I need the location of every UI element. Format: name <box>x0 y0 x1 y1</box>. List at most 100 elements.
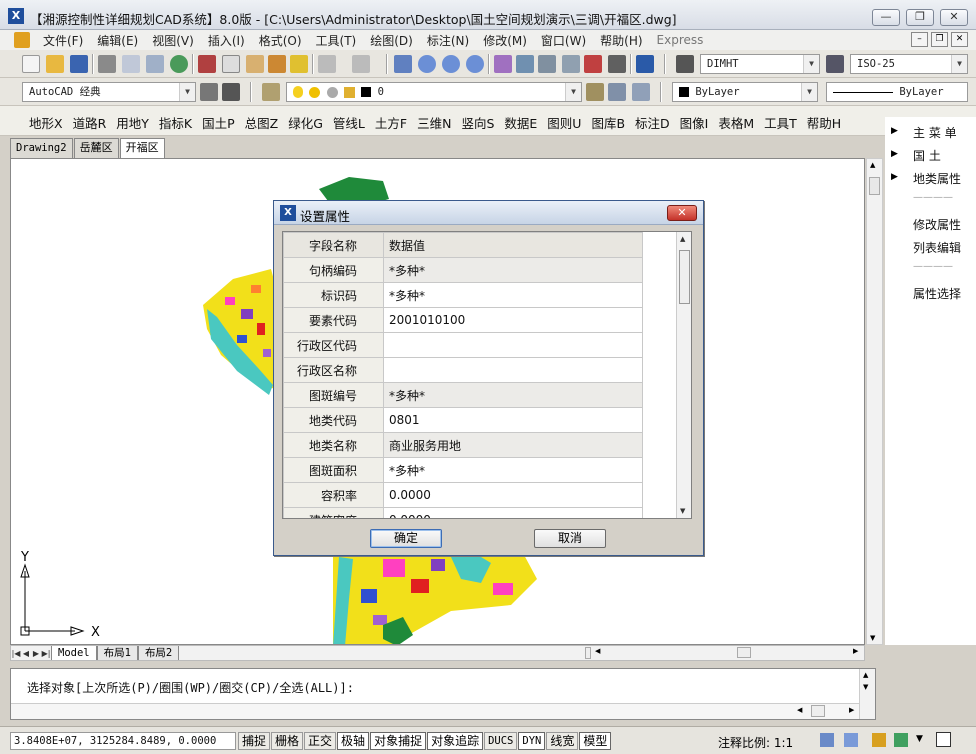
clean-screen-icon[interactable] <box>936 732 951 747</box>
hscroll-thumb[interactable] <box>737 647 751 658</box>
new-file-icon[interactable] <box>22 55 40 73</box>
dialog-close-button[interactable]: ✕ <box>667 205 697 221</box>
web-icon[interactable] <box>170 55 188 73</box>
osnap-toggle[interactable]: 对象捕捉 <box>370 732 427 750</box>
menu-file[interactable]: 文件(F) <box>36 32 90 49</box>
menu-dimension[interactable]: 标注(N) <box>420 32 476 49</box>
dimstyle-select[interactable]: DIMHT ▼ <box>700 54 820 74</box>
ducs-toggle[interactable]: DUCS <box>484 732 518 750</box>
grid-scrollbar[interactable]: ▲ ▼ <box>676 232 691 518</box>
minimize-button[interactable]: — <box>872 9 900 26</box>
scroll-down-icon[interactable]: ▼ <box>863 683 868 691</box>
menu-tools[interactable]: 工具(T) <box>309 32 364 49</box>
help-icon[interactable] <box>636 55 654 73</box>
menu-help[interactable]: 帮助(H) <box>593 32 649 49</box>
cancel-button[interactable]: 取消 <box>534 529 606 548</box>
zoom-previous-icon[interactable] <box>466 55 484 73</box>
tab-yuelu[interactable]: 岳麓区 <box>73 138 119 158</box>
make-current-layer-icon[interactable] <box>586 83 604 101</box>
field-value[interactable]: 2001010100 <box>382 307 644 333</box>
annotation-visibility-icon[interactable] <box>820 733 834 747</box>
cmd-road[interactable]: 道路R <box>68 113 112 132</box>
cmd-terrain[interactable]: 地形X <box>24 113 68 132</box>
otrack-toggle[interactable]: 对象追踪 <box>427 732 484 750</box>
pan-icon[interactable] <box>394 55 412 73</box>
cmd-pipeline[interactable]: 管线L <box>328 113 370 132</box>
sheet-set-icon[interactable] <box>562 55 580 73</box>
paste-icon[interactable] <box>246 55 264 73</box>
menu-modify[interactable]: 修改(M) <box>476 32 534 49</box>
field-value[interactable]: *多种* <box>382 382 644 408</box>
layer-select[interactable]: 0 ▼ <box>286 82 582 102</box>
model-toggle[interactable]: 模型 <box>579 732 612 750</box>
cmd-indicator[interactable]: 指标K <box>154 113 197 132</box>
field-value[interactable] <box>382 332 644 358</box>
menu-express[interactable]: Express <box>650 33 711 47</box>
calculator-icon[interactable] <box>608 55 626 73</box>
ortho-toggle[interactable]: 正交 <box>304 732 337 750</box>
design-center-icon[interactable] <box>516 55 534 73</box>
doc-close-button[interactable]: ✕ <box>951 32 968 47</box>
field-value[interactable] <box>382 357 644 383</box>
rp-list-edit[interactable]: 列表编辑 <box>913 239 961 256</box>
field-value[interactable]: 0.0000 <box>382 507 644 518</box>
cmd-guideline[interactable]: 图则U <box>542 113 586 132</box>
restore-button[interactable]: ❐ <box>906 9 934 26</box>
chevron-down-icon[interactable]: ▼ <box>916 734 923 744</box>
field-value[interactable]: *多种* <box>382 282 644 308</box>
dialog-title-bar[interactable]: X 设置属性 ✕ <box>274 201 703 225</box>
linetype-select[interactable]: ByLayer <box>826 82 968 102</box>
cmd-tools[interactable]: 工具T <box>759 113 802 132</box>
hscroll-thumb[interactable] <box>811 705 825 717</box>
cmd-vertical[interactable]: 竖向S <box>456 113 499 132</box>
document-icon[interactable] <box>14 32 30 48</box>
menu-edit[interactable]: 编辑(E) <box>90 32 145 49</box>
menu-window[interactable]: 窗口(W) <box>534 32 593 49</box>
color-select[interactable]: ByLayer ▼ <box>672 82 818 102</box>
rp-main-menu[interactable]: 主 菜 单 <box>913 124 957 141</box>
menu-draw[interactable]: 绘图(D) <box>363 32 420 49</box>
scroll-up-icon[interactable]: ▲ <box>870 161 875 169</box>
command-line[interactable]: 选择对象[上次所选(P)/圈围(WP)/圈交(CP)/全选(ALL)]: ▲ ▼… <box>10 668 876 720</box>
match-properties-icon[interactable] <box>268 55 286 73</box>
scroll-thumb[interactable] <box>679 250 690 304</box>
field-value[interactable]: 商业服务用地 <box>382 432 644 458</box>
coordinate-readout[interactable]: 3.8408E+07, 3125284.8489, 0.0000 <box>10 732 236 750</box>
dyn-toggle[interactable]: DYN <box>518 732 546 750</box>
close-button[interactable]: ✕ <box>940 9 968 26</box>
grid-toggle[interactable]: 栅格 <box>271 732 304 750</box>
markup-icon[interactable] <box>584 55 602 73</box>
menu-insert[interactable]: 插入(I) <box>201 32 252 49</box>
cmd-earthwork[interactable]: 土方F <box>370 113 412 132</box>
menu-view[interactable]: 视图(V) <box>145 32 201 49</box>
zoom-window-icon[interactable] <box>442 55 460 73</box>
snap-toggle[interactable]: 捕捉 <box>238 732 271 750</box>
tool-palette-icon[interactable] <box>538 55 556 73</box>
field-value[interactable]: *多种* <box>382 457 644 483</box>
scroll-up-icon[interactable]: ▲ <box>863 671 868 679</box>
cmd-image[interactable]: 图像I <box>675 113 714 132</box>
tab-drawing2[interactable]: Drawing2 <box>10 138 73 158</box>
save-icon[interactable] <box>70 55 88 73</box>
print-preview-icon[interactable] <box>122 55 140 73</box>
cmd-master-plan[interactable]: 总图Z <box>240 113 284 132</box>
layer-states-icon[interactable] <box>632 83 650 101</box>
field-value[interactable]: 0801 <box>382 407 644 433</box>
workspace-settings-icon[interactable] <box>200 83 218 101</box>
scroll-thumb[interactable] <box>869 177 880 195</box>
cmd-table[interactable]: 表格M <box>713 113 759 132</box>
scroll-right-icon[interactable]: ▶ <box>849 706 854 714</box>
textstyle-select[interactable]: ISO-25 ▼ <box>850 54 968 74</box>
dimension-style-icon[interactable] <box>826 55 844 73</box>
block-editor-icon[interactable] <box>290 55 308 73</box>
layer-previous-icon[interactable] <box>608 83 626 101</box>
rp-territory[interactable]: 国 土 <box>913 147 941 164</box>
scroll-down-icon[interactable]: ▼ <box>870 634 875 642</box>
scroll-up-icon[interactable]: ▲ <box>680 235 685 243</box>
cmd-greening[interactable]: 绿化G <box>283 113 328 132</box>
cmd-data[interactable]: 数据E <box>499 113 542 132</box>
properties-icon[interactable] <box>494 55 512 73</box>
print-icon[interactable] <box>98 55 116 73</box>
scroll-left-icon[interactable]: ◀ <box>797 706 802 714</box>
lineweight-toggle[interactable]: 线宽 <box>546 732 579 750</box>
